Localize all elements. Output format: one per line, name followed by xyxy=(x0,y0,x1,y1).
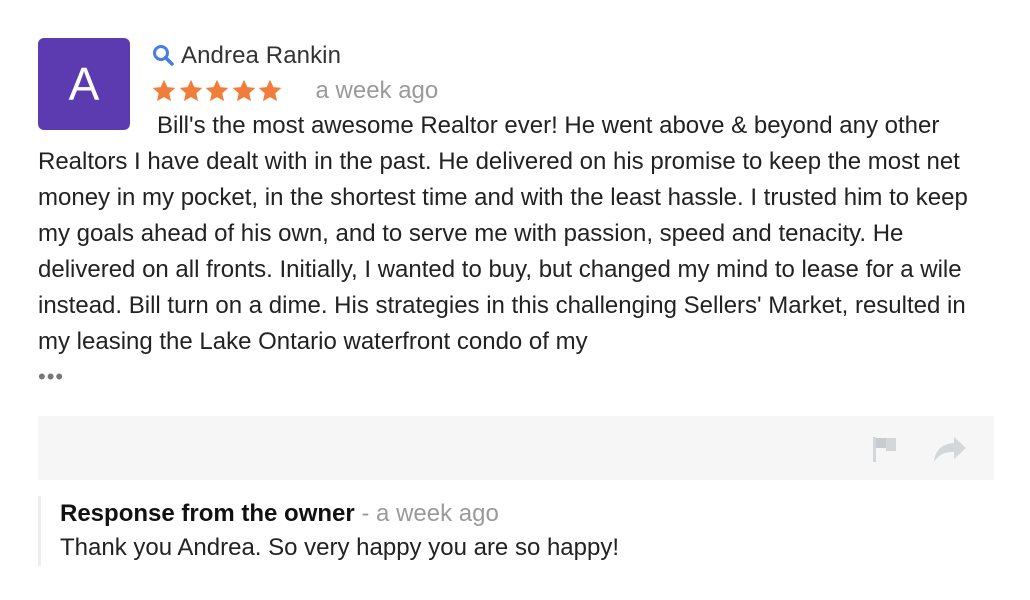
review-card: A Andrea Rankin a week ago Bill's the mo… xyxy=(0,0,1030,600)
author-row: Andrea Rankin xyxy=(151,39,341,73)
owner-response-title: Response from the owner xyxy=(60,500,355,527)
rating-row: a week ago xyxy=(151,74,438,108)
share-icon[interactable] xyxy=(932,434,968,464)
owner-response-separator: - xyxy=(354,500,377,527)
star-icon xyxy=(179,79,202,102)
star-icon xyxy=(232,79,255,102)
review-text: Bill's the most awesome Realtor ever! He… xyxy=(38,112,968,355)
owner-response: Response from the owner - a week ago Tha… xyxy=(38,496,997,566)
flag-icon[interactable] xyxy=(870,434,900,464)
star-icon xyxy=(205,79,229,102)
search-icon xyxy=(153,45,174,66)
owner-response-text: Thank you Andrea. So very happy you are … xyxy=(60,534,620,561)
author-name[interactable]: Andrea Rankin xyxy=(181,42,341,70)
star-icon xyxy=(258,79,282,102)
star-rating xyxy=(151,78,284,104)
owner-response-header: Response from the owner - a week ago xyxy=(60,496,499,532)
review-time: a week ago xyxy=(315,77,439,104)
more-dots-icon[interactable]: ••• xyxy=(38,362,64,392)
review-actions-bar xyxy=(38,416,994,480)
star-icon xyxy=(152,79,176,102)
owner-response-time: a week ago xyxy=(376,500,499,527)
